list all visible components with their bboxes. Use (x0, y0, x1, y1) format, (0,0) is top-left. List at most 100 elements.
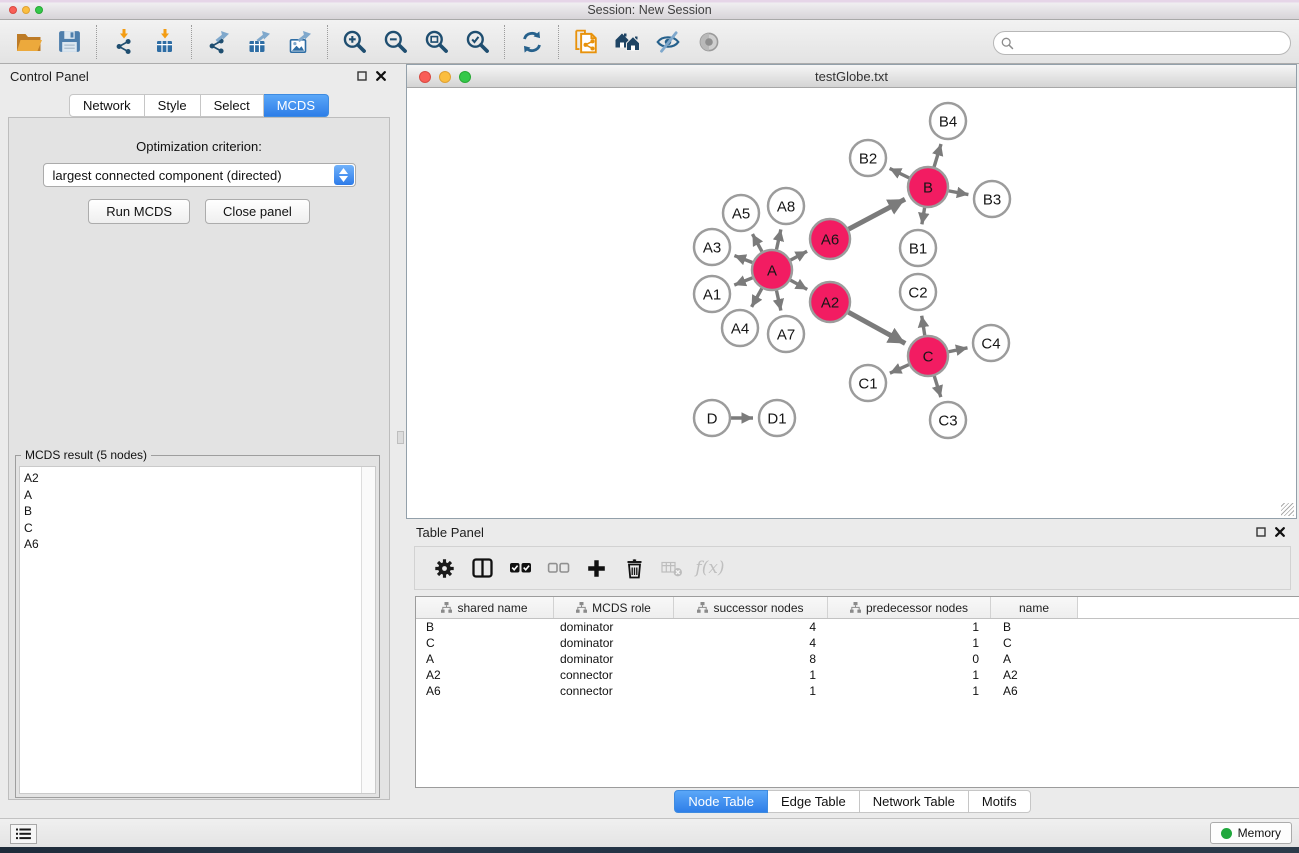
memory-button[interactable]: Memory (1210, 822, 1292, 844)
graph-node-A6[interactable]: A6 (810, 219, 850, 259)
import-network-button[interactable] (103, 23, 144, 61)
column-header-shared-name[interactable]: shared name (416, 597, 554, 618)
graph-node-A1[interactable]: A1 (694, 276, 730, 312)
export-table-button[interactable] (239, 23, 280, 61)
search-input[interactable] (1019, 35, 1290, 51)
settings-button[interactable] (425, 550, 463, 586)
table-row[interactable]: A6connector11A6 (416, 683, 1299, 699)
cell-shared-name[interactable]: B (416, 619, 554, 635)
cell-successor-nodes[interactable]: 4 (674, 619, 828, 635)
cell-successor-nodes[interactable]: 1 (674, 667, 828, 683)
cell-successor-nodes[interactable]: 8 (674, 651, 828, 667)
tab-mcds[interactable]: MCDS (264, 94, 329, 117)
cell-mcds-role[interactable]: connector (554, 683, 674, 699)
criterion-select[interactable]: largest connected component (directed) (43, 163, 356, 187)
add-column-button[interactable] (577, 550, 615, 586)
cell-mcds-role[interactable]: dominator (554, 651, 674, 667)
task-history-button[interactable] (10, 824, 37, 844)
tab-select[interactable]: Select (201, 94, 264, 117)
mcds-result-list[interactable]: A2ABCA6 (19, 466, 376, 794)
graph-node-A8[interactable]: A8 (768, 188, 804, 224)
cell-mcds-role[interactable]: dominator (554, 635, 674, 651)
graph-node-B1[interactable]: B1 (900, 230, 936, 266)
cell-mcds-role[interactable]: dominator (554, 619, 674, 635)
cell-predecessor-nodes[interactable]: 0 (828, 651, 991, 667)
result-scrollbar[interactable] (361, 467, 375, 793)
clone-network-button[interactable] (565, 23, 606, 61)
graph-edge-A-A8[interactable] (776, 229, 780, 249)
table-tab-edge-table[interactable]: Edge Table (768, 790, 860, 813)
graph-edge-A-A2[interactable] (790, 280, 807, 289)
result-item[interactable]: A2 (24, 470, 375, 487)
first-neighbors-button[interactable] (606, 23, 647, 61)
graph-edge-C-C2[interactable] (922, 316, 925, 336)
cell-successor-nodes[interactable]: 1 (674, 683, 828, 699)
window-resize-grip[interactable] (1281, 503, 1294, 516)
graph-edge-A6-B[interactable] (849, 199, 905, 229)
deselect-all-button[interactable] (539, 550, 577, 586)
close-table-panel-icon[interactable] (1275, 527, 1285, 537)
float-table-panel-icon[interactable] (1256, 527, 1266, 537)
cell-successor-nodes[interactable]: 4 (674, 635, 828, 651)
table-tab-network-table[interactable]: Network Table (860, 790, 969, 813)
float-panel-icon[interactable] (357, 71, 367, 81)
graph-edge-B-B2[interactable] (890, 168, 909, 177)
graph-node-A4[interactable]: A4 (722, 310, 758, 346)
close-window-button[interactable] (9, 6, 17, 14)
cell-name[interactable]: A (991, 651, 1078, 667)
network-close-button[interactable] (419, 71, 431, 83)
cell-predecessor-nodes[interactable]: 1 (828, 667, 991, 683)
cell-shared-name[interactable]: A2 (416, 667, 554, 683)
cell-name[interactable]: A6 (991, 683, 1078, 699)
graph-edge-A-A5[interactable] (752, 234, 762, 251)
show-all-button[interactable] (688, 23, 729, 61)
graph-node-A5[interactable]: A5 (723, 195, 759, 231)
cell-mcds-role[interactable]: connector (554, 667, 674, 683)
zoom-window-button[interactable] (35, 6, 43, 14)
column-header-name[interactable]: name (991, 597, 1078, 618)
zoom-fit-button[interactable] (416, 23, 457, 61)
graph-edge-A-A3[interactable] (734, 256, 752, 263)
delete-column-button[interactable] (615, 550, 653, 586)
graph-edge-A-A1[interactable] (734, 278, 752, 285)
graph-edge-C-C1[interactable] (890, 365, 909, 374)
graph-node-B[interactable]: B (908, 167, 948, 207)
export-image-button[interactable] (280, 23, 321, 61)
result-item[interactable]: B (24, 503, 375, 520)
zoom-selected-button[interactable] (457, 23, 498, 61)
tab-style[interactable]: Style (145, 94, 201, 117)
graph-node-B3[interactable]: B3 (974, 181, 1010, 217)
result-item[interactable]: A6 (24, 536, 375, 553)
table-tab-node-table[interactable]: Node Table (674, 790, 768, 813)
graph-edge-A-A7[interactable] (776, 291, 780, 311)
graph-edge-B-B4[interactable] (934, 144, 941, 167)
network-minimize-button[interactable] (439, 71, 451, 83)
graph-node-C4[interactable]: C4 (973, 325, 1009, 361)
graph-edge-A2-C[interactable] (848, 312, 905, 343)
graph-node-A2[interactable]: A2 (810, 282, 850, 322)
cell-name[interactable]: A2 (991, 667, 1078, 683)
network-canvas[interactable]: AA1A2A3A4A5A6A7A8BB1B2B3B4CC1C2C3C4DD1 (407, 88, 1296, 518)
close-panel-button[interactable]: Close panel (205, 199, 310, 224)
result-item[interactable]: C (24, 520, 375, 537)
search-field[interactable] (993, 31, 1291, 55)
hide-selected-button[interactable] (647, 23, 688, 61)
export-network-button[interactable] (198, 23, 239, 61)
zoom-out-button[interactable] (375, 23, 416, 61)
vertical-splitter-handle[interactable] (397, 431, 404, 444)
graph-node-D1[interactable]: D1 (759, 400, 795, 436)
cell-shared-name[interactable]: A (416, 651, 554, 667)
refresh-button[interactable] (511, 23, 552, 61)
graph-node-A7[interactable]: A7 (768, 316, 804, 352)
cell-predecessor-nodes[interactable]: 1 (828, 683, 991, 699)
table-tab-motifs[interactable]: Motifs (969, 790, 1031, 813)
cell-name[interactable]: B (991, 619, 1078, 635)
zoom-in-button[interactable] (334, 23, 375, 61)
graph-node-C2[interactable]: C2 (900, 274, 936, 310)
graph-node-A3[interactable]: A3 (694, 229, 730, 265)
graph-node-B2[interactable]: B2 (850, 140, 886, 176)
cell-predecessor-nodes[interactable]: 1 (828, 619, 991, 635)
graph-edge-B-B3[interactable] (949, 191, 969, 195)
table-row[interactable]: Bdominator41B (416, 619, 1299, 635)
open-session-button[interactable] (8, 23, 49, 61)
